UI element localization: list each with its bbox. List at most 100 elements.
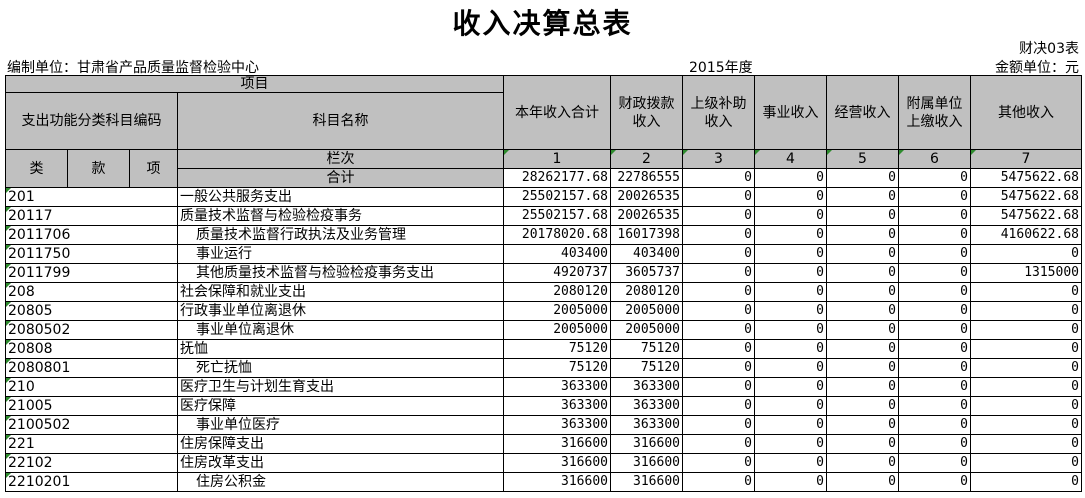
amount-cell: 0 [682, 225, 755, 245]
table-row: 210 医疗卫生与计划生育支出 363300 363300 0 0 0 0 0 [5, 377, 1082, 397]
amount-cell: 363300 [610, 377, 683, 397]
subject-name: 死亡抚恤 [177, 358, 504, 378]
amount-cell: 0 [826, 263, 899, 283]
amount-cell: 0 [682, 244, 755, 264]
col-num-2: 2 [610, 149, 683, 169]
header-col-4: 事业收入 [754, 75, 827, 150]
amount-cell: 0 [682, 377, 755, 397]
amount-cell: 316600 [503, 472, 611, 492]
table-row: 20805 行政事业单位离退休 2005000 2005000 0 0 0 0 0 [5, 301, 1082, 321]
amount-cell: 0 [826, 377, 899, 397]
amount-cell: 0 [898, 206, 971, 226]
amount-cell: 0 [754, 339, 827, 359]
function-code: 2011750 [5, 244, 178, 264]
amount-cell: 2080120 [503, 282, 611, 302]
table-row: 2210201 住房公积金 316600 316600 0 0 0 0 0 [5, 472, 1082, 492]
amount-cell: 0 [754, 415, 827, 435]
amount-cell: 0 [754, 358, 827, 378]
function-code: 21005 [5, 396, 178, 416]
table-row: 22102 住房改革支出 316600 316600 0 0 0 0 0 [5, 453, 1082, 473]
amount-cell: 0 [826, 415, 899, 435]
subject-name: 医疗保障 [177, 396, 504, 416]
table-row: 2011750 事业运行 403400 403400 0 0 0 0 0 [5, 244, 1082, 264]
amount-cell: 25502157.68 [503, 187, 611, 207]
compiling-unit: 编制单位：甘肃省产品质量监督检验中心 [7, 60, 259, 76]
amount-cell: 0 [754, 434, 827, 454]
table-row: 20117 质量技术监督与检验检疫事务 25502157.68 20026535 0 0 0… [5, 206, 1082, 226]
income-summary-table: 项目 本年收入合计 财政拨款收入 上级补助收入 事业收入 经营收入 附属单位上缴… [5, 75, 1082, 492]
amount-cell: 25502157.68 [503, 206, 611, 226]
amount-cell: 0 [682, 396, 755, 416]
amount-cell: 0 [682, 415, 755, 435]
amount-cell: 75120 [610, 339, 683, 359]
amount-cell: 0 [898, 244, 971, 264]
amount-cell: 0 [826, 396, 899, 416]
amount-cell: 403400 [503, 244, 611, 264]
header-lanci: 栏次 [177, 149, 504, 169]
amount-cell: 0 [682, 187, 755, 207]
header-col-1: 本年收入合计 [503, 75, 611, 150]
amount-cell: 0 [826, 320, 899, 340]
amount-cell: 0 [826, 472, 899, 492]
subject-name: 事业单位离退休 [177, 320, 504, 340]
amount-cell: 316600 [610, 434, 683, 454]
subject-name: 住房改革支出 [177, 453, 504, 473]
function-code: 2100502 [5, 415, 178, 435]
amount-cell: 403400 [610, 244, 683, 264]
amount-cell: 0 [754, 225, 827, 245]
amount-cell: 2005000 [610, 320, 683, 340]
amount-cell: 0 [970, 339, 1082, 359]
subject-name: 住房公积金 [177, 472, 504, 492]
total-value: 0 [682, 168, 755, 188]
amount-cell: 0 [682, 320, 755, 340]
amount-cell: 0 [682, 206, 755, 226]
function-code: 2080502 [5, 320, 178, 340]
amount-cell: 2005000 [503, 301, 611, 321]
amount-cell: 0 [682, 339, 755, 359]
total-value: 0 [826, 168, 899, 188]
amount-cell: 0 [826, 206, 899, 226]
total-label: 合计 [177, 168, 504, 188]
amount-cell: 20178020.68 [503, 225, 611, 245]
amount-cell: 5475622.68 [970, 187, 1082, 207]
function-code: 2011799 [5, 263, 178, 283]
amount-cell: 0 [970, 453, 1082, 473]
header-col-3: 上级补助收入 [682, 75, 755, 150]
subject-name: 事业单位医疗 [177, 415, 504, 435]
amount-cell: 0 [898, 453, 971, 473]
amount-cell: 2005000 [503, 320, 611, 340]
subject-name: 质量技术监督与检验检疫事务 [177, 206, 504, 226]
amount-cell: 20026535 [610, 206, 683, 226]
header-func-code: 支出功能分类科目编码 [5, 92, 178, 150]
amount-cell: 4920737 [503, 263, 611, 283]
amount-cell: 0 [754, 453, 827, 473]
table-row: 2080502 事业单位离退休 2005000 2005000 0 0 0 0 0 [5, 320, 1082, 340]
function-code: 2210201 [5, 472, 178, 492]
function-code: 201 [5, 187, 178, 207]
total-value: 5475622.68 [970, 168, 1082, 188]
function-code: 2080801 [5, 358, 178, 378]
subject-name: 其他质量技术监督与检验检疫事务支出 [177, 263, 504, 283]
amount-cell: 0 [970, 377, 1082, 397]
amount-cell: 0 [898, 187, 971, 207]
table-row: 208 社会保障和就业支出 2080120 2080120 0 0 0 0 0 [5, 282, 1082, 302]
amount-cell: 363300 [610, 415, 683, 435]
amount-cell: 0 [754, 396, 827, 416]
amount-cell: 75120 [503, 358, 611, 378]
amount-cell: 0 [898, 320, 971, 340]
amount-cell: 0 [970, 396, 1082, 416]
subject-name: 行政事业单位离退休 [177, 301, 504, 321]
col-num-1: 1 [503, 149, 611, 169]
amount-cell: 3605737 [610, 263, 683, 283]
table-row: 21005 医疗保障 363300 363300 0 0 0 0 0 [5, 396, 1082, 416]
form-code: 财决03表 [1019, 41, 1079, 57]
function-code: 2011706 [5, 225, 178, 245]
header-col-6: 附属单位上缴收入 [898, 75, 971, 150]
subject-name: 事业运行 [177, 244, 504, 264]
amount-cell: 0 [970, 320, 1082, 340]
amount-cell: 0 [898, 263, 971, 283]
function-code: 22102 [5, 453, 178, 473]
table-row: 201 一般公共服务支出 25502157.68 20026535 0 0 0 0 547562… [5, 187, 1082, 207]
function-code: 20805 [5, 301, 178, 321]
amount-cell: 0 [754, 244, 827, 264]
